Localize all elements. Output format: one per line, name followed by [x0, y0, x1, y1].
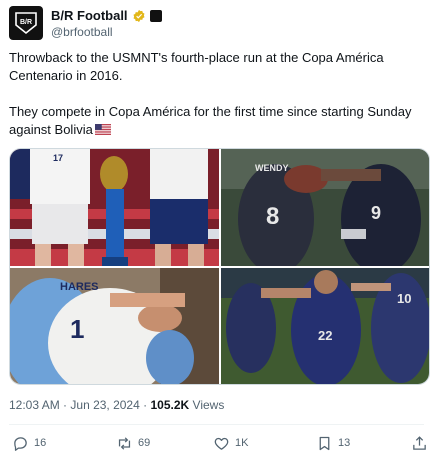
tweet-body: Throwback to the USMNT's fourth-place ru… — [9, 49, 423, 139]
author-names: B/R Football @brfootball — [51, 8, 162, 39]
us-flag-icon — [94, 124, 111, 135]
meta-separator: · — [63, 398, 68, 412]
svg-text:8: 8 — [266, 203, 279, 230]
tweet-meta: 12:03 AM · Jun 23, 2024 · 105.2K Views — [9, 398, 224, 412]
svg-text:17: 17 — [53, 153, 63, 163]
repost-icon — [118, 436, 131, 450]
bookmark-count: 13 — [338, 437, 351, 449]
tweet-time[interactable]: 12:03 AM — [9, 398, 60, 412]
svg-text:HARES: HARES — [60, 281, 99, 293]
media-image-2[interactable]: 8 WENDY 9 — [221, 149, 429, 266]
repost-count: 69 — [138, 437, 151, 449]
br-logo-icon: B/R — [15, 12, 37, 35]
action-bar: 16 69 1K 13 — [9, 433, 427, 453]
svg-text:B/R: B/R — [20, 19, 32, 26]
media-image-1[interactable]: 17 — [10, 149, 219, 266]
reply-icon — [14, 436, 27, 451]
meta-separator: · — [143, 398, 148, 412]
display-name[interactable]: B/R Football — [51, 8, 128, 23]
media-image-4[interactable]: 22 10 — [221, 268, 429, 384]
reply-count: 16 — [34, 437, 47, 449]
views-label: Views — [192, 398, 225, 412]
divider — [9, 424, 424, 425]
photo-usmnt-hug: HARES 1 — [10, 268, 219, 384]
heart-icon — [214, 437, 229, 450]
tweet-date[interactable]: Jun 23, 2024 — [70, 398, 139, 412]
bookmark-button[interactable]: 13 — [316, 433, 350, 453]
svg-text:22: 22 — [318, 328, 332, 343]
media-grid: 17 8 WENDY 9 HARES 1 22 10 — [9, 148, 430, 385]
like-button[interactable]: 1K — [213, 433, 248, 453]
share-button[interactable] — [411, 433, 428, 453]
views-count[interactable]: 105.2K — [150, 398, 189, 412]
photo-players-trophy: 17 — [10, 149, 219, 266]
media-image-3[interactable]: HARES 1 — [10, 268, 219, 384]
photo-argentina-celebration: 22 10 — [221, 268, 429, 384]
svg-text:10: 10 — [397, 291, 411, 306]
repost-button[interactable]: 69 — [116, 433, 150, 453]
share-icon — [413, 435, 426, 450]
tweet-header: B/R B/R Football @brfootball — [9, 6, 162, 40]
affiliation-badge-icon[interactable] — [149, 9, 162, 22]
reply-button[interactable]: 16 — [12, 433, 46, 453]
avatar[interactable]: B/R — [9, 6, 43, 40]
svg-text:1: 1 — [70, 314, 84, 344]
svg-text:9: 9 — [371, 203, 381, 223]
photo-usmnt-celebration: 8 WENDY 9 — [221, 149, 429, 266]
handle[interactable]: @brfootball — [51, 25, 162, 39]
bookmark-icon — [319, 436, 330, 450]
like-count: 1K — [235, 437, 249, 449]
tweet-text: Throwback to the USMNT's fourth-place ru… — [9, 50, 412, 137]
svg-text:WENDY: WENDY — [255, 163, 289, 173]
verified-badge-icon[interactable] — [132, 9, 146, 23]
